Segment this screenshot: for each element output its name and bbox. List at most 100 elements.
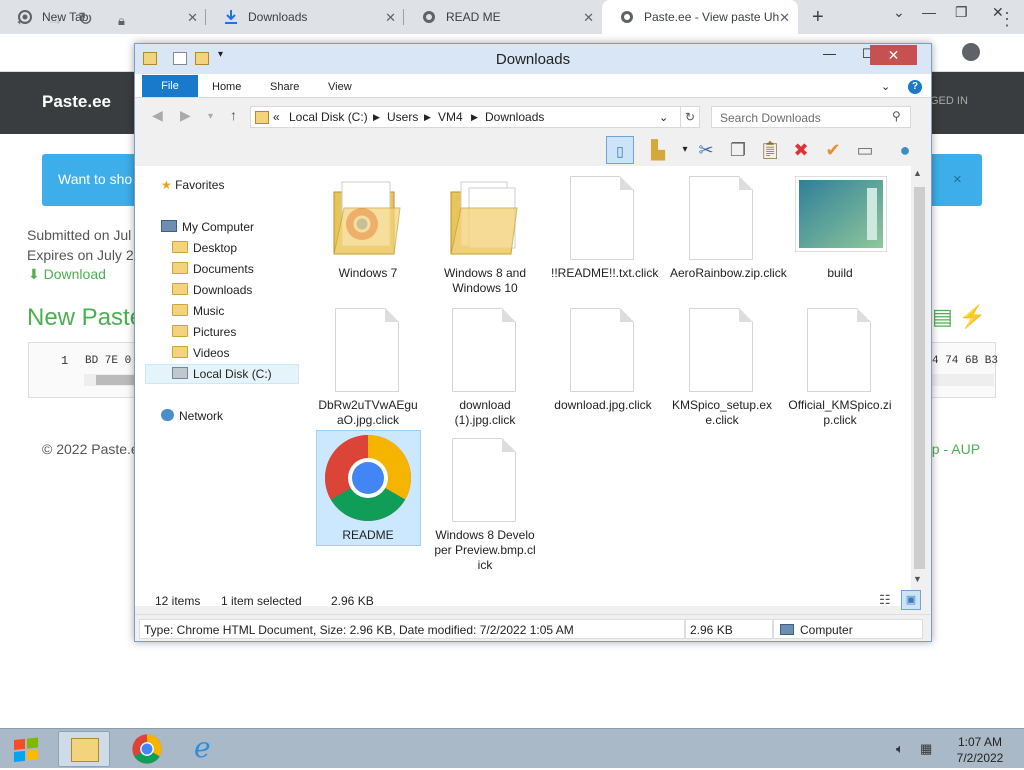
- address-dropdown-icon[interactable]: ⌄: [659, 111, 668, 124]
- breadcrumb-users[interactable]: Users: [387, 110, 418, 124]
- file-item-windows-8-and-10[interactable]: Windows 8 and Windows 10: [433, 170, 537, 296]
- paste-action-icons[interactable]: ▤ ⚡: [932, 304, 986, 330]
- nav-desktop[interactable]: Desktop: [172, 241, 237, 255]
- taskbar-clock[interactable]: 1:07 AM 7/2/2022: [950, 734, 1010, 766]
- globe-icon[interactable]: ●: [891, 136, 919, 164]
- file-item-download[interactable]: download.jpg.click: [551, 302, 655, 413]
- file-item-readme[interactable]: README: [316, 432, 420, 543]
- back-icon[interactable]: ←: [14, 9, 32, 30]
- taskbar-ie[interactable]: e: [182, 731, 234, 767]
- ribbon-tab-file[interactable]: File: [142, 75, 198, 97]
- cut-icon[interactable]: ✂: [692, 136, 720, 164]
- file-item-windows-7[interactable]: Windows 7: [316, 170, 420, 281]
- forward-icon[interactable]: →: [46, 9, 64, 30]
- file-item-download-1[interactable]: download (1).jpg.click: [433, 302, 537, 428]
- breadcrumb-downloads[interactable]: Downloads: [485, 110, 544, 124]
- ribbon-tab-view[interactable]: View: [328, 81, 352, 93]
- breadcrumb-separator-icon[interactable]: ▶: [471, 112, 478, 123]
- scroll-down-icon[interactable]: ▼: [913, 574, 922, 584]
- file-item-readme-txt[interactable]: !!README!!.txt.click: [551, 170, 658, 281]
- download-link[interactable]: ⬇ Download: [28, 266, 106, 283]
- search-input[interactable]: Search Downloads: [711, 106, 911, 128]
- plug-icon[interactable]: ⚡: [959, 304, 986, 329]
- close-tab-icon[interactable]: ✕: [779, 10, 790, 26]
- search-icon[interactable]: ⚲: [892, 109, 901, 123]
- details-view-icon[interactable]: ☷: [879, 592, 891, 608]
- nav-favorites[interactable]: ★ Favorites: [161, 178, 224, 192]
- footer-links[interactable]: op - AUP: [924, 441, 980, 457]
- rename-icon[interactable]: ▭: [851, 136, 879, 164]
- volume-muted-icon[interactable]: 🔈︎: [896, 741, 904, 757]
- tab-title: READ ME: [446, 10, 501, 24]
- ribbon-expand-icon[interactable]: ⌄: [881, 80, 890, 93]
- code-scrollbar-thumb[interactable]: [96, 375, 136, 385]
- close-tab-icon[interactable]: ✕: [385, 10, 396, 26]
- tab-read-me[interactable]: READ ME ✕: [404, 0, 602, 34]
- nav-music[interactable]: Music: [172, 304, 224, 318]
- nav-documents[interactable]: Documents: [172, 262, 254, 276]
- vertical-scrollbar-thumb[interactable]: [914, 187, 925, 569]
- scroll-up-icon[interactable]: ▲: [913, 168, 922, 178]
- paste-icon[interactable]: 📋︎: [756, 136, 784, 164]
- organize-icon[interactable]: ▙: [644, 136, 672, 164]
- delete-icon[interactable]: ✖: [787, 136, 815, 164]
- tab-downloads[interactable]: Downloads ✕: [206, 0, 404, 34]
- minimize-icon[interactable]: —: [922, 4, 936, 20]
- close-tab-icon[interactable]: ✕: [187, 10, 198, 26]
- menu-icon[interactable]: ⋮: [998, 9, 1016, 30]
- chrome-icon: [320, 432, 416, 524]
- help-icon[interactable]: ?: [908, 80, 922, 94]
- reload-icon[interactable]: ↻: [78, 9, 93, 30]
- profile-icon[interactable]: [962, 43, 980, 61]
- refresh-icon[interactable]: ↻: [680, 106, 700, 128]
- nav-music-label: Music: [193, 304, 225, 318]
- ribbon-tab-share[interactable]: Share: [270, 81, 299, 93]
- recent-locations-icon[interactable]: ▾: [208, 111, 213, 122]
- nav-pictures[interactable]: Pictures: [172, 325, 236, 339]
- file-item-kmspico-setup[interactable]: KMSpico_setup.exe.click: [670, 302, 774, 428]
- login-menu[interactable]: GED IN: [930, 95, 968, 107]
- taskbar-chrome[interactable]: [120, 731, 172, 767]
- back-icon[interactable]: ◀: [152, 107, 163, 124]
- ribbon-tab-home[interactable]: Home: [212, 81, 241, 93]
- file-item-aerorainbow[interactable]: AeroRainbow.zip.click: [670, 170, 787, 281]
- nav-downloads[interactable]: Downloads: [172, 283, 252, 297]
- restore-icon[interactable]: ❐: [955, 4, 968, 21]
- close-tab-icon[interactable]: ✕: [583, 10, 594, 26]
- up-icon[interactable]: ↑: [230, 107, 237, 123]
- file-name: Windows 8 and Windows 10: [443, 266, 527, 295]
- breadcrumb-overflow[interactable]: «: [273, 110, 280, 124]
- breadcrumb-local-disk[interactable]: Local Disk (C:): [289, 110, 368, 124]
- nav-local-disk[interactable]: Local Disk (C:): [172, 367, 272, 381]
- file-item-official-kmspico[interactable]: Official_KMSpico.zip.click: [788, 302, 892, 428]
- file-name: DbRw2uTVwAEguaO.jpg.click: [318, 398, 418, 427]
- file-item-windows-8-dev-preview[interactable]: Windows 8 Developer Preview.bmp.click: [433, 432, 537, 573]
- breadcrumb-vm4[interactable]: VM4: [438, 110, 463, 124]
- checkmark-icon[interactable]: ✔: [819, 136, 847, 164]
- explorer-minimize-icon[interactable]: —: [823, 46, 836, 61]
- preview-pane-icon[interactable]: ▯: [606, 136, 634, 164]
- file-item-build[interactable]: build: [788, 170, 892, 281]
- taskbar-explorer[interactable]: [58, 731, 110, 767]
- banner-close-button[interactable]: ×: [953, 171, 962, 188]
- tab-paste-ee[interactable]: Paste.ee - View paste Uh ✕: [602, 0, 798, 34]
- document-icon[interactable]: ▤: [932, 304, 953, 329]
- nav-videos[interactable]: Videos: [172, 346, 229, 360]
- start-button[interactable]: [0, 731, 54, 767]
- new-tab-button[interactable]: +: [812, 6, 824, 29]
- explorer-close-button[interactable]: ✕: [870, 45, 917, 65]
- large-icons-view-icon[interactable]: ▣: [901, 590, 921, 610]
- file-item-dbrw[interactable]: DbRw2uTVwAEguaO.jpg.click: [316, 302, 420, 428]
- tab-search-icon[interactable]: ⌄: [893, 4, 905, 21]
- nav-my-computer[interactable]: My Computer: [161, 220, 254, 234]
- lock-icon[interactable]: 🔒︎: [118, 13, 125, 29]
- breadcrumb-separator-icon[interactable]: ▶: [373, 112, 380, 123]
- folder-icon: [71, 738, 99, 762]
- forward-icon[interactable]: ▶: [180, 107, 191, 124]
- breadcrumb-separator-icon[interactable]: ▶: [424, 112, 431, 123]
- nav-network[interactable]: Network: [161, 409, 223, 423]
- network-tray-icon[interactable]: ▦: [920, 741, 932, 757]
- site-logo[interactable]: Paste.ee: [42, 92, 111, 112]
- image-thumbnail-icon: [792, 170, 888, 262]
- copy-icon[interactable]: ❐: [724, 136, 752, 164]
